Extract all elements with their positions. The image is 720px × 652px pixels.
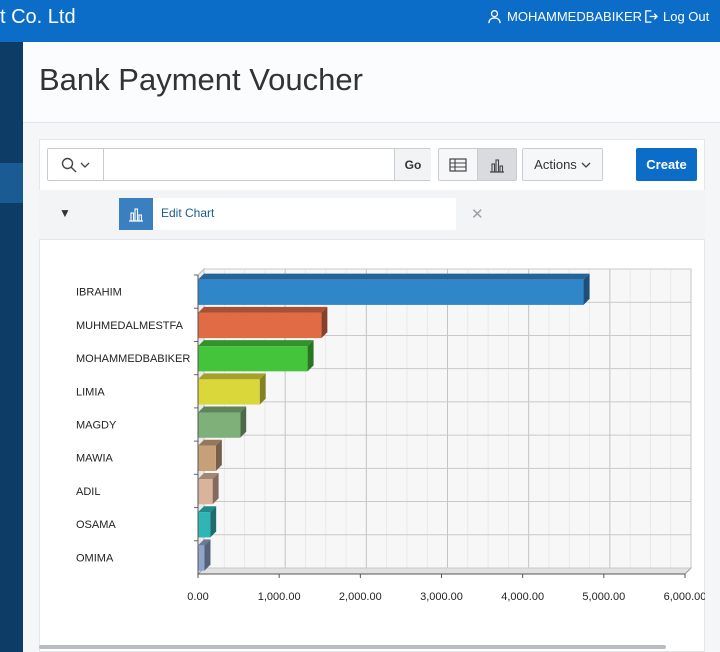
go-button[interactable]: Go (394, 149, 431, 180)
chart-view-button[interactable] (477, 148, 517, 181)
user-menu[interactable]: MOHAMMEDBABIKER (487, 9, 642, 24)
category-label: OSAMA (76, 519, 116, 531)
grid-view-icon (449, 157, 467, 172)
search-bar: Go (47, 148, 431, 181)
search-icon (61, 157, 77, 172)
category-label: MOHAMMEDBABIKER (76, 353, 190, 365)
title-bar: Bank Payment Voucher (23, 42, 720, 123)
bar-magdy (198, 412, 241, 438)
actions-label: Actions (534, 157, 577, 172)
search-input[interactable] (106, 151, 390, 178)
bar-top-mohammedbabiker (198, 340, 314, 347)
create-button[interactable]: Create (636, 148, 697, 181)
horizontal-scrollbar[interactable] (39, 645, 666, 649)
bar-chart-icon (119, 198, 153, 230)
bar-chart-icon (490, 158, 504, 173)
bar-top-muhmedalmestfa (198, 306, 328, 313)
category-label: OMIMA (76, 552, 114, 564)
category-label: ADIL (76, 486, 100, 498)
bar-muhmedalmestfa (198, 312, 322, 339)
edit-chart-label: Edit Chart (161, 206, 215, 220)
page-title: Bank Payment Voucher (39, 62, 363, 97)
bar-adil (198, 478, 213, 505)
bar-ibrahim (198, 279, 584, 305)
bar-top-limia (198, 373, 266, 380)
app-brand[interactable]: t Co. Ltd (0, 6, 76, 29)
search-column-selector[interactable] (48, 149, 104, 180)
bar-omima (198, 545, 205, 571)
category-label: IBRAHIM (76, 287, 122, 299)
logout-icon (645, 10, 658, 23)
x-tick-label: 6,000.00 (664, 591, 705, 603)
logout-label: Log Out (663, 9, 710, 24)
category-label: MAWIA (76, 453, 114, 465)
x-tick-label: 3,000.00 (420, 591, 463, 603)
x-tick-label: 1,000.00 (258, 591, 301, 603)
bar-limia (198, 379, 260, 405)
side-navigation[interactable] (0, 42, 23, 652)
x-tick-label: 2,000.00 (339, 591, 382, 603)
bar-chart: IBRAHIM MUHMEDALMESTFA MOHAMMEDBABIKER LIMI… (76, 267, 705, 603)
x-tick-label: 4,000.00 (501, 591, 544, 603)
grid-view-button[interactable] (438, 148, 478, 181)
sidebar-item-active[interactable] (0, 163, 23, 203)
user-name: MOHAMMEDBABIKER (507, 9, 643, 24)
bar-mohammedbabiker (198, 346, 308, 372)
top-header: t Co. Ltd MOHAMMEDBABIKER Log Out (0, 0, 720, 42)
bar-mawia (198, 445, 216, 472)
bar-top-magdy (198, 406, 247, 413)
user-icon (488, 10, 501, 24)
category-label: MAGDY (76, 420, 117, 432)
actions-menu-button[interactable]: Actions (522, 148, 603, 181)
close-icon[interactable]: ✕ (471, 205, 484, 223)
x-tick-label: 5,000.00 (582, 591, 625, 603)
chevron-down-icon (80, 162, 90, 168)
chart-floor (196, 567, 693, 575)
bar-osama (198, 512, 211, 538)
bar-top-ibrahim (198, 273, 590, 280)
edit-chart-control[interactable]: Edit Chart (119, 198, 456, 230)
chevron-down-icon (581, 162, 591, 168)
category-label: MUHMEDALMESTFA (76, 320, 184, 332)
logout-link[interactable]: Log Out (643, 9, 709, 24)
category-label: LIMIA (76, 386, 105, 398)
x-tick-label: 0.00 (187, 591, 208, 603)
collapse-toggle-icon[interactable]: ▼ (59, 206, 71, 220)
